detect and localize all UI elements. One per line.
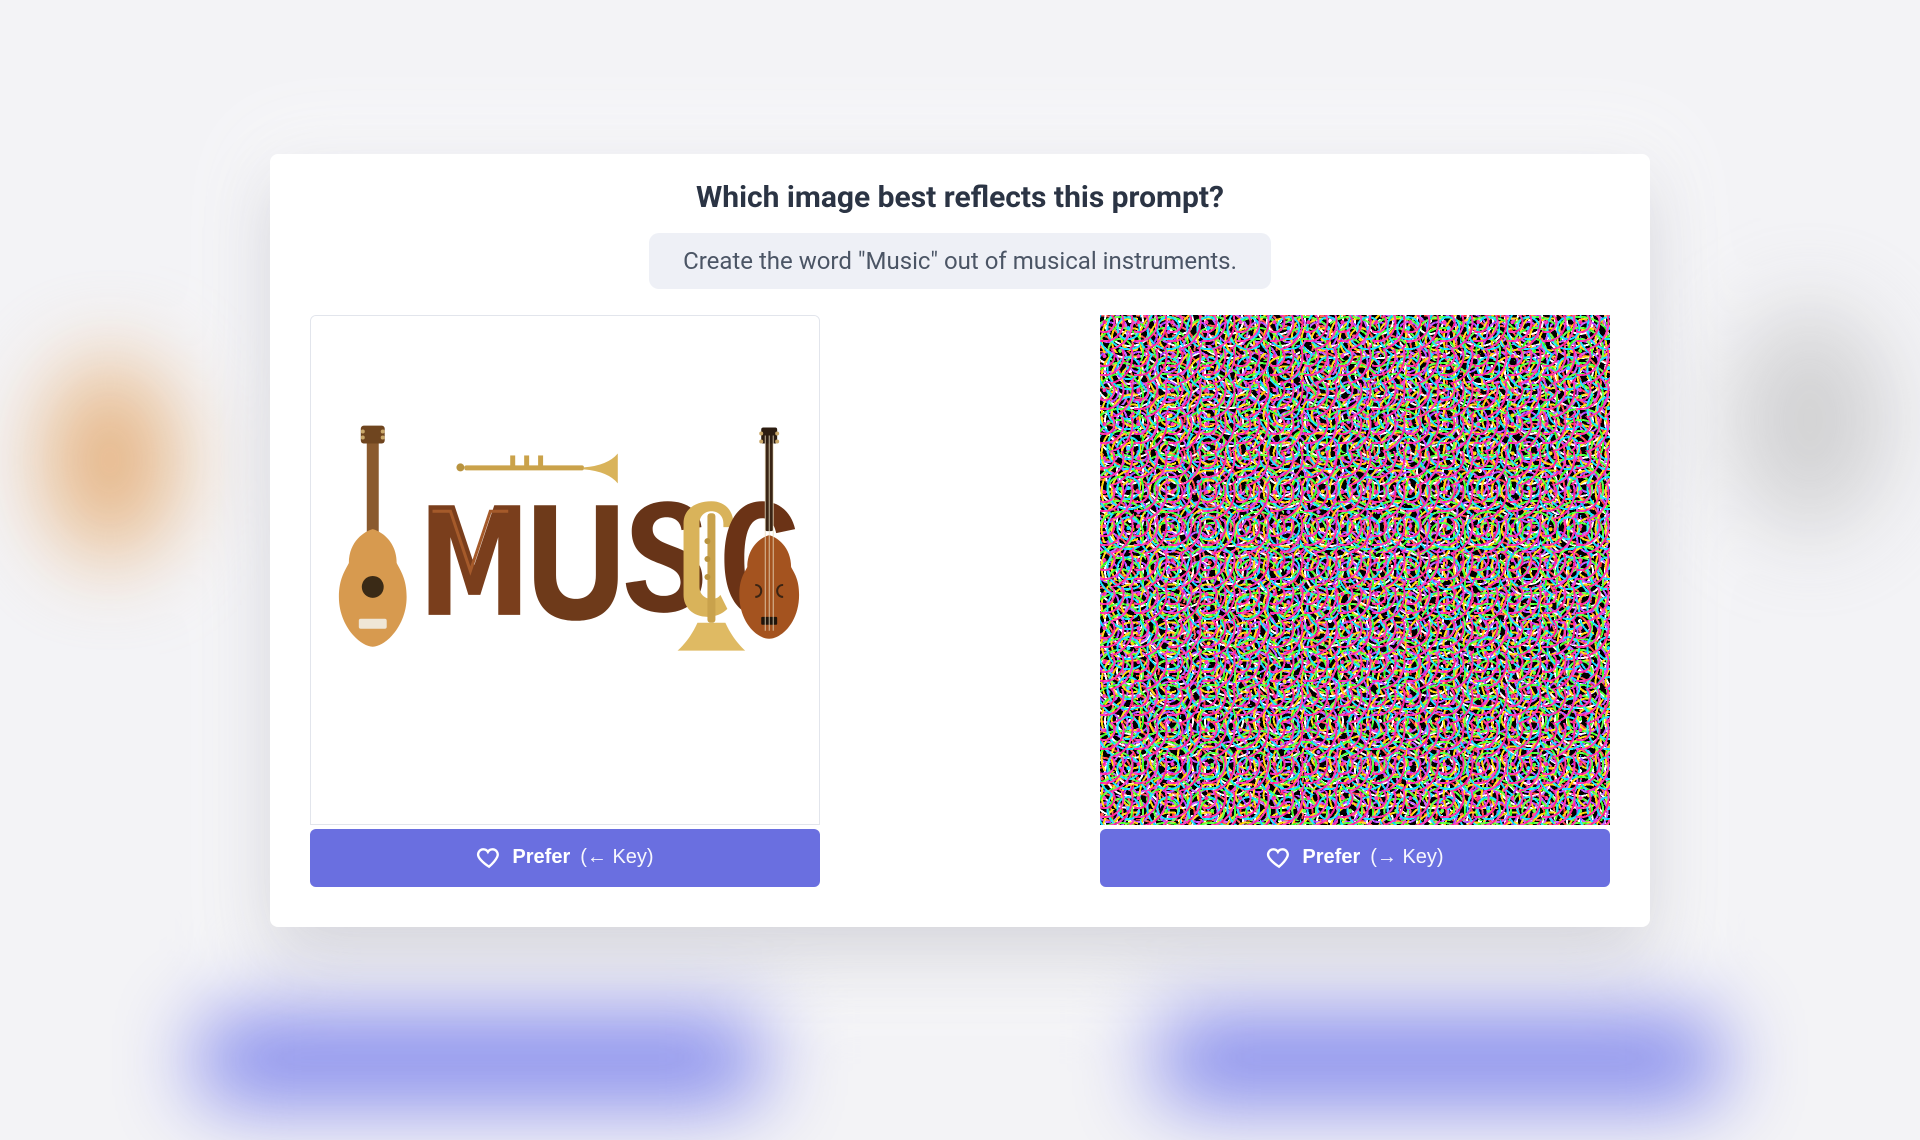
heart-icon bbox=[476, 845, 502, 871]
prefer-right-label: Prefer bbox=[1302, 846, 1360, 869]
question-heading: Which image best reflects this prompt? bbox=[310, 180, 1610, 215]
prefer-left-label: Prefer bbox=[512, 846, 570, 869]
prefer-left-key-hint: (← Key) bbox=[580, 846, 653, 869]
option-left: Prefer (← Key) bbox=[310, 315, 820, 887]
option-right: Prefer (→ Key) bbox=[1100, 315, 1610, 887]
prompt-text: Create the word "Music" out of musical i… bbox=[649, 233, 1271, 289]
prefer-left-button[interactable]: Prefer (← Key) bbox=[310, 829, 820, 887]
prefer-right-button[interactable]: Prefer (→ Key) bbox=[1100, 829, 1610, 887]
comparison-card: Which image best reflects this prompt? C… bbox=[270, 154, 1650, 927]
stage: Which image best reflects this prompt? C… bbox=[0, 0, 1920, 1080]
options-row: Prefer (← Key) Prefer (→ Key) bbox=[310, 315, 1610, 887]
option-left-image[interactable] bbox=[310, 315, 820, 825]
option-right-image[interactable] bbox=[1100, 315, 1610, 825]
prefer-right-key-hint: (→ Key) bbox=[1370, 846, 1443, 869]
heart-icon bbox=[1266, 845, 1292, 871]
